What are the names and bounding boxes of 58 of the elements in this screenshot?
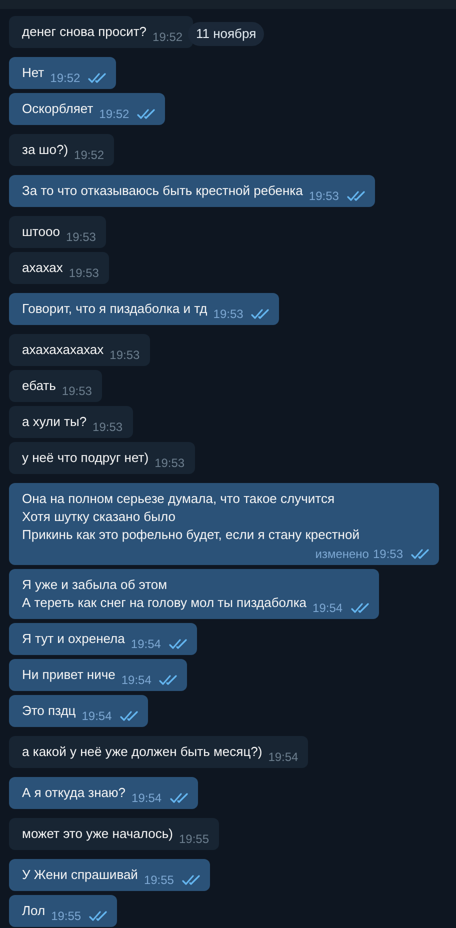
double-check-icon [350, 603, 369, 613]
double-check-icon [170, 793, 188, 803]
message-time: 19:52 [74, 148, 104, 162]
message-text: Лол [22, 902, 46, 920]
message-text: Нет [22, 64, 44, 82]
message-text: ахахах [22, 259, 63, 277]
message-time: 19:53 [110, 348, 140, 362]
message-text: У Жени спрашивай [22, 866, 138, 884]
message-time: 19:54 [121, 673, 152, 687]
message-time: 19:53 [92, 420, 123, 434]
double-check-icon [120, 711, 138, 721]
message-text: Ни привет ниче [22, 666, 116, 684]
message-time: 19:52 [152, 30, 183, 44]
message-time: 19:54 [130, 637, 161, 651]
message-text: Это пздц [22, 702, 76, 720]
message-text: за шо?) [22, 141, 68, 159]
message-text: Говорит, что я пиздаболка и тд [22, 300, 208, 318]
double-check-icon [168, 639, 187, 649]
message-text: Она на полном серьезе думала, что такое случится Хотя шутку сказано было Прикинь как это рофельно будет, если я стану крестной [22, 490, 360, 544]
message-time: 19:55 [178, 832, 209, 846]
edited-label: изменено [315, 547, 369, 561]
double-check-icon [89, 911, 108, 921]
message-text: Я тут и охренела [22, 630, 125, 648]
message-text: у неё что подруг нет) [22, 449, 149, 467]
message-time: 19:53 [62, 384, 92, 398]
message-time: 19:54 [132, 791, 162, 805]
message-time: 19:54 [312, 601, 343, 615]
message-text: ебать [22, 377, 56, 395]
double-check-icon [88, 73, 106, 83]
message-time: 19:54 [82, 709, 112, 723]
date-badge: 11 ноября [188, 22, 264, 46]
double-check-icon [137, 109, 156, 119]
message-time: 19:53 [154, 456, 185, 470]
message-time: 19:54 [268, 750, 298, 764]
message-time: 19:55 [144, 873, 174, 887]
message-time: 19:53 [66, 230, 96, 244]
message-text: Оскорбляет [22, 100, 94, 118]
message-time: 19:52 [99, 107, 130, 121]
message-time: 19:55 [51, 909, 82, 923]
message-text: Я уже и забыла об этом А тереть как снег на голову мол ты пиздаболка [22, 576, 307, 612]
double-check-icon [411, 549, 429, 559]
message-time: 19:52 [50, 71, 80, 85]
message-text: денег снова просит? [22, 23, 147, 41]
double-check-icon [251, 309, 270, 319]
message-time: 19:53 [308, 189, 339, 203]
message-text: а хули ты? [22, 413, 87, 431]
message-text: а какой у неё уже должен быть месяц?) [22, 743, 262, 761]
message-time: 19:53 [372, 547, 403, 561]
message-text: ахахахахахах [22, 341, 104, 359]
message-text: может это уже началось) [22, 825, 173, 843]
message-time: 19:53 [68, 266, 99, 280]
double-check-icon [159, 675, 178, 685]
double-check-icon [182, 875, 200, 885]
message-text: За то что отказываюсь быть крестной ребенка [22, 182, 303, 200]
message-time: 19:53 [213, 307, 244, 321]
double-check-icon [346, 191, 365, 201]
message-text: А я откуда знаю? [22, 784, 126, 802]
message-text: штооо [22, 223, 60, 241]
